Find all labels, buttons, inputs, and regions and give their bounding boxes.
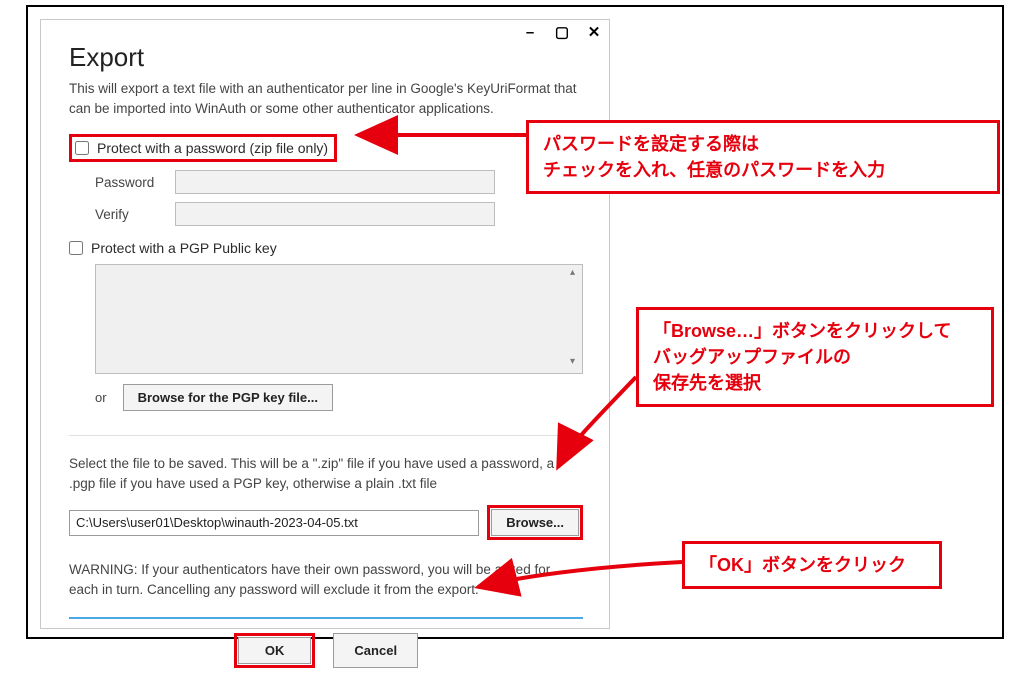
protect-password-group: Protect with a password (zip file only) bbox=[69, 134, 337, 162]
protect-pgp-label: Protect with a PGP Public key bbox=[91, 240, 277, 256]
or-text: or bbox=[95, 390, 107, 405]
separator bbox=[69, 435, 583, 436]
password-input[interactable] bbox=[175, 170, 495, 194]
warning-text: WARNING: If your authenticators have the… bbox=[69, 560, 583, 599]
annotation-password: パスワードを設定する際はチェックを入れ、任意のパスワードを入力 bbox=[526, 120, 1000, 194]
dialog-description: This will export a text file with an aut… bbox=[69, 79, 583, 118]
ok-button[interactable]: OK bbox=[238, 637, 312, 664]
protect-password-label: Protect with a password (zip file only) bbox=[97, 140, 328, 156]
ok-highlight: OK bbox=[234, 633, 316, 668]
close-icon[interactable]: ✕ bbox=[585, 23, 603, 41]
save-description: Select the file to be saved. This will b… bbox=[69, 454, 583, 493]
save-path-input[interactable] bbox=[69, 510, 479, 536]
cancel-button[interactable]: Cancel bbox=[333, 633, 418, 668]
scroll-down-icon[interactable]: ▾ bbox=[565, 356, 580, 371]
annotation-ok: 「OK」ボタンをクリック bbox=[682, 541, 942, 589]
maximize-icon[interactable]: ▢ bbox=[553, 23, 571, 41]
minimize-icon[interactable]: – bbox=[521, 23, 539, 41]
verify-input[interactable] bbox=[175, 202, 495, 226]
dialog-title: Export bbox=[69, 42, 583, 73]
annotated-frame: – ▢ ✕ Export This will export a text fil… bbox=[26, 5, 1004, 639]
verify-label: Verify bbox=[95, 207, 175, 222]
browse-button[interactable]: Browse... bbox=[491, 509, 579, 536]
pgp-key-textarea[interactable]: ▴ ▾ bbox=[95, 264, 583, 374]
scroll-up-icon[interactable]: ▴ bbox=[565, 267, 580, 282]
password-label: Password bbox=[95, 175, 175, 190]
browse-highlight: Browse... bbox=[487, 505, 583, 540]
window-controls: – ▢ ✕ bbox=[521, 23, 603, 41]
browse-pgp-button[interactable]: Browse for the PGP key file... bbox=[123, 384, 333, 411]
export-dialog: – ▢ ✕ Export This will export a text fil… bbox=[40, 19, 610, 629]
annotation-browse: 「Browse…」ボタンをクリックしてバッグアップファイルの保存先を選択 bbox=[636, 307, 994, 407]
progress-line bbox=[69, 617, 583, 619]
protect-password-checkbox[interactable] bbox=[75, 141, 89, 155]
protect-pgp-checkbox[interactable] bbox=[69, 241, 83, 255]
